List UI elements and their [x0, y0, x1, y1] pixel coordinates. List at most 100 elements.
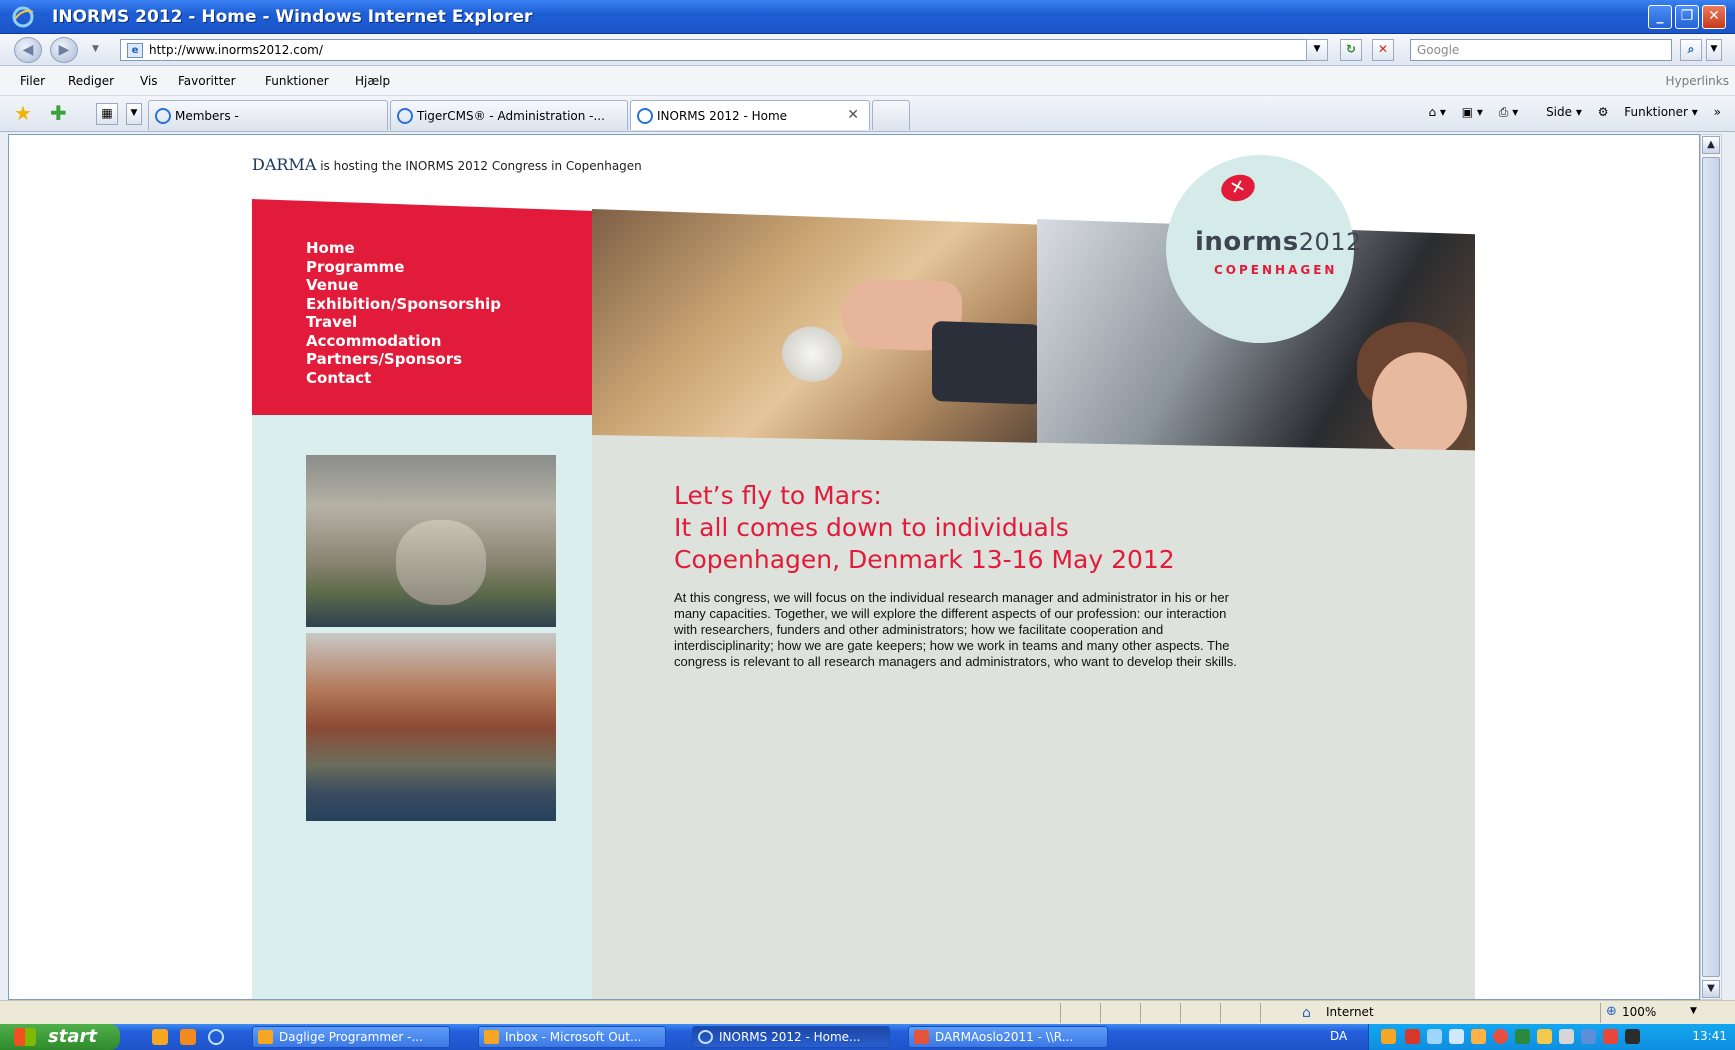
outlook-tray-icon[interactable] [1381, 1029, 1396, 1044]
update-tray-icon[interactable] [1471, 1029, 1486, 1044]
task-inorms-home[interactable]: INORMS 2012 - Home... [692, 1026, 890, 1048]
monitor-tray-icon[interactable] [1449, 1029, 1464, 1044]
security-tray-icon[interactable] [1537, 1029, 1552, 1044]
taskbar: start Daglige Programmer -... Inbox - Mi… [0, 1024, 1735, 1050]
copenhagen-aerial-photo [306, 455, 556, 627]
darma-brand[interactable]: DARMA [252, 155, 316, 174]
ie-window: INORMS 2012 - Home - Windows Internet Ex… [0, 0, 1735, 1050]
antivirus-tray-icon[interactable] [1493, 1029, 1508, 1044]
language-indicator[interactable]: DA [1330, 1029, 1347, 1043]
nav-partners-sponsors[interactable]: Partners/Sponsors [306, 350, 501, 369]
security-zone[interactable]: Internet [1326, 1005, 1374, 1019]
status-divider [1180, 1003, 1181, 1023]
feeds-icon[interactable]: ▣ ▾ [1462, 105, 1483, 119]
start-button[interactable]: start [0, 1024, 120, 1050]
task-daglige-programmer[interactable]: Daglige Programmer -... [252, 1026, 450, 1048]
headline-line-3: Copenhagen, Denmark 13-16 May 2012 [674, 545, 1175, 574]
nav-home[interactable]: Home [306, 239, 501, 258]
status-divider [1220, 1003, 1221, 1023]
nav-exhibition-sponsorship[interactable]: Exhibition/Sponsorship [306, 295, 501, 314]
forward-button[interactable]: ▶ [50, 37, 78, 63]
copenhagen-city-photo [306, 633, 556, 821]
url-text: http://www.inorms2012.com/ [149, 43, 323, 57]
shield-tray-icon[interactable] [1603, 1029, 1618, 1044]
url-field[interactable]: e http://www.inorms2012.com/ [120, 39, 1310, 61]
volume-tray-icon[interactable] [1559, 1029, 1574, 1044]
ie-logo-icon [12, 6, 34, 28]
ie-quicklaunch-icon[interactable] [208, 1029, 224, 1045]
tab-list-chevron-icon[interactable]: ▼ [126, 103, 142, 125]
search-options-chevron-icon[interactable]: ▼ [1706, 39, 1722, 61]
add-favorite-icon[interactable]: ✚ [50, 103, 67, 123]
scroll-thumb[interactable] [1702, 157, 1720, 977]
menu-vis[interactable]: Vis [140, 74, 158, 88]
photo-round-building [396, 520, 486, 605]
system-tray: 13:41 [1368, 1024, 1735, 1050]
overflow-chevron-icon[interactable]: » [1714, 105, 1721, 119]
close-button[interactable]: ✕ [1702, 5, 1726, 29]
task-darmaoslo2011[interactable]: DARMAoslo2011 - \\R... [908, 1026, 1108, 1048]
vertical-scrollbar[interactable]: ▲ ▼ [1700, 134, 1722, 1000]
recent-pages-chevron-icon[interactable]: ▼ [92, 44, 99, 54]
back-button[interactable]: ◀ [14, 37, 42, 63]
display-tray-icon[interactable] [1581, 1029, 1596, 1044]
nav-programme[interactable]: Programme [306, 258, 501, 277]
zoom-chevron-icon[interactable]: ▼ [1690, 1006, 1697, 1016]
handshake-photo [592, 209, 1042, 455]
menu-rediger[interactable]: Rediger [68, 74, 114, 88]
tab-inorms-home[interactable]: INORMS 2012 - Home ✕ [630, 100, 870, 130]
powerpoint-icon [914, 1030, 929, 1044]
quick-tabs-icon[interactable]: ▦ [96, 103, 118, 125]
page-menu-button[interactable]: Side ▾ [1534, 105, 1582, 119]
home-icon[interactable]: ⌂ ▾ [1428, 105, 1445, 119]
outlook-icon [484, 1030, 499, 1044]
tab-label: Members - [175, 109, 239, 123]
tab-tigercms[interactable]: TigerCMS® - Administration -... [390, 100, 628, 130]
scroll-up-icon[interactable]: ▲ [1702, 136, 1720, 154]
tab-members[interactable]: Members - [148, 100, 388, 130]
menu-favoritter[interactable]: Favoritter [178, 74, 236, 88]
menu-funktioner[interactable]: Funktioner [265, 74, 329, 88]
nav-venue[interactable]: Venue [306, 276, 501, 295]
print-icon[interactable]: ⎙ ▾ [1499, 105, 1518, 119]
headline-line-1: Let’s fly to Mars: [674, 481, 882, 510]
tools-menu-button[interactable]: ⚙ Funktioner ▾ [1598, 105, 1698, 119]
task-inbox-outlook[interactable]: Inbox - Microsoft Out... [478, 1026, 666, 1048]
url-dropdown-chevron-icon[interactable]: ▼ [1306, 39, 1328, 61]
refresh-button[interactable]: ↻ [1340, 39, 1362, 61]
status-divider [1140, 1003, 1141, 1023]
internet-zone-icon: ⌂ [1302, 1005, 1311, 1021]
pen-tray-icon[interactable] [1405, 1029, 1420, 1044]
battery-tray-icon[interactable] [1625, 1029, 1640, 1044]
stop-button[interactable]: ✕ [1372, 39, 1394, 61]
nav-contact[interactable]: Contact [306, 369, 501, 388]
windows-flag-icon [14, 1028, 36, 1046]
ie-tab-icon [397, 108, 413, 124]
photo-sleeve [932, 320, 1042, 405]
app-tray-icon[interactable] [1515, 1029, 1530, 1044]
tab-bar: ★ ✚ ▦ ▼ Members - TigerCMS® - Administra… [0, 96, 1735, 132]
nav-travel[interactable]: Travel [306, 313, 501, 332]
close-tab-icon[interactable]: ✕ [847, 107, 859, 123]
menu-hjaelp[interactable]: Hjælp [355, 74, 390, 88]
task-label: Inbox - Microsoft Out... [505, 1030, 642, 1044]
favorites-star-icon[interactable]: ★ [14, 103, 32, 123]
scroll-down-icon[interactable]: ▼ [1702, 980, 1720, 998]
status-divider [1060, 1003, 1061, 1023]
zoom-level[interactable]: 100% [1622, 1005, 1656, 1019]
links-toolbar-label[interactable]: Hyperlinks [1665, 74, 1729, 88]
ie-tab-icon [155, 108, 171, 124]
outlook-quicklaunch-icon[interactable] [152, 1029, 168, 1045]
search-input[interactable]: Google [1410, 39, 1672, 61]
search-go-button[interactable]: ⌕ [1680, 39, 1702, 61]
menu-filer[interactable]: Filer [20, 74, 45, 88]
clock[interactable]: 13:41 [1692, 1029, 1727, 1043]
minimize-button[interactable]: _ [1648, 5, 1672, 29]
network-tray-icon[interactable] [1427, 1029, 1442, 1044]
new-tab-button[interactable] [872, 100, 910, 130]
restore-button[interactable]: ❐ [1675, 5, 1699, 29]
desktop-quicklaunch-icon[interactable] [180, 1029, 196, 1045]
headline-line-2: It all comes down to individuals [674, 513, 1069, 542]
nav-accommodation[interactable]: Accommodation [306, 332, 501, 351]
main-nav: Home Programme Venue Exhibition/Sponsors… [306, 239, 501, 387]
